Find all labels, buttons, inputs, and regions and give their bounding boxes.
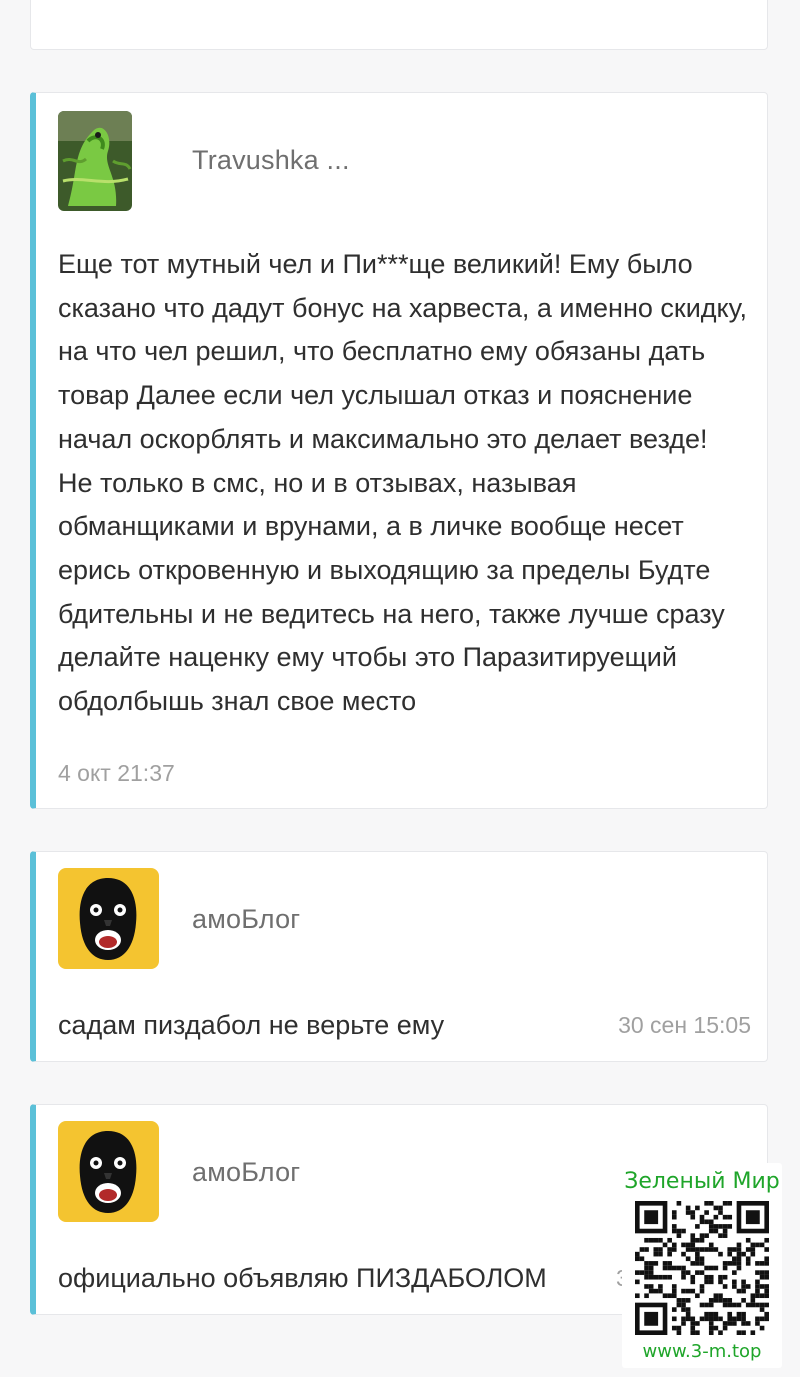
comment-text: официально объявляю ПИЗДАБОЛОМ <box>58 1263 547 1293</box>
user-avatar[interactable] <box>58 111 132 211</box>
previous-comment-card <box>30 0 768 50</box>
comment-date: 30 сен 15:05 <box>618 1012 751 1038</box>
comment-author[interactable]: амоБлог <box>192 904 300 935</box>
comment-author[interactable]: амоБлог <box>192 1157 300 1188</box>
comment-text: садам пиздабол не верьте ему <box>58 1010 445 1040</box>
comment-card: амоБлог садам пиздабол не верьте ему 30 … <box>30 851 768 1062</box>
comment-text: Еще тот мутный чел и Пи***ще великий! Ем… <box>58 249 747 717</box>
comment-author[interactable]: Travushka ... <box>192 145 350 176</box>
comment-date: 4 окт 21:37 <box>58 760 175 786</box>
comment-card: Travushka ... Еще тот мутный чел и Пи***… <box>30 92 768 809</box>
lizard-avatar-icon <box>58 111 132 211</box>
gorilla-avatar-icon <box>58 1121 159 1222</box>
gorilla-avatar-icon <box>58 868 159 969</box>
user-avatar[interactable] <box>58 1121 159 1222</box>
watermark-title: Зеленый Мир <box>624 1169 780 1194</box>
watermark-url: www.3-m.top <box>642 1341 762 1362</box>
user-avatar[interactable] <box>58 868 159 969</box>
qr-code-icon <box>635 1201 769 1335</box>
watermark: Зеленый Мир www.3-m.top <box>622 1163 782 1368</box>
